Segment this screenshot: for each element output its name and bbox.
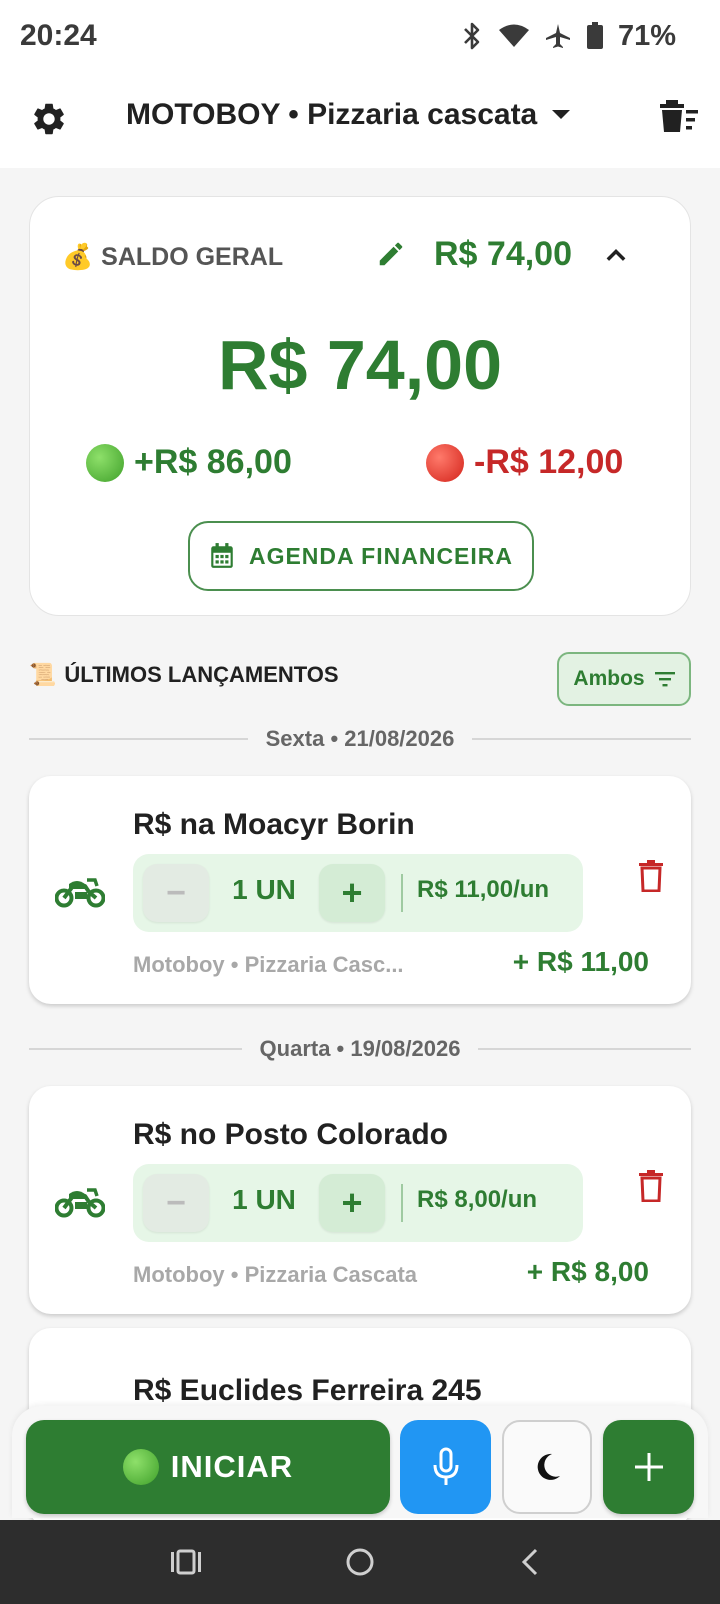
- plus-icon: [634, 1453, 663, 1481]
- quantity-stepper: − 1 UN + R$ 8,00/un: [133, 1164, 583, 1242]
- motorcycle-icon: [55, 1188, 105, 1218]
- chevron-up-icon: [606, 249, 626, 261]
- transaction-card[interactable]: R$ no Posto Colorado − 1 UN + R$ 8,00/un…: [29, 1086, 691, 1314]
- date-separator: Quarta • 19/08/2026: [29, 1034, 692, 1064]
- status-time: 20:24: [20, 19, 97, 52]
- battery-level: 71%: [617, 19, 676, 52]
- battery-icon: [586, 22, 603, 49]
- quantity-stepper: − 1 UN + R$ 11,00/un: [133, 854, 583, 932]
- transaction-total: + R$ 11,00: [512, 946, 649, 977]
- quantity-value: 1 UN: [232, 1184, 296, 1215]
- bluetooth-icon: [464, 22, 480, 50]
- increase-quantity-button[interactable]: +: [319, 1174, 385, 1232]
- status-icons: 71%: [460, 20, 676, 53]
- date-label: Quarta • 19/08/2026: [259, 1036, 461, 1061]
- decrease-quantity-button[interactable]: −: [143, 1174, 209, 1232]
- app-bar: MOTOBOY • Pizzaria cascata: [0, 72, 720, 168]
- delete-entry-button[interactable]: [639, 860, 663, 897]
- scroll-icon: 📜: [29, 662, 57, 687]
- mic-icon: [433, 1447, 458, 1485]
- section-title-label: ÚLTIMOS LANÇAMENTOS: [64, 662, 339, 687]
- transaction-card[interactable]: R$ na Moacyr Borin − 1 UN + R$ 11,00/un …: [29, 776, 691, 1004]
- page-title: MOTOBOY • Pizzaria cascata: [126, 98, 538, 131]
- dropdown-arrow-icon: [552, 110, 571, 119]
- date-label: Sexta • 21/08/2026: [265, 726, 455, 751]
- increase-quantity-button[interactable]: +: [319, 864, 385, 922]
- system-navigation-bar: [0, 1520, 720, 1604]
- delete-entry-button[interactable]: [639, 1170, 663, 1207]
- unit-price: R$ 8,00/un: [417, 1186, 538, 1213]
- status-bar: 20:24 71%: [0, 0, 720, 72]
- trash-icon: [639, 860, 663, 893]
- stepper-divider: [401, 874, 403, 912]
- decrease-quantity-button[interactable]: −: [143, 864, 209, 922]
- expense-summary: -R$ 12,00: [426, 443, 623, 482]
- start-button[interactable]: INICIAR: [26, 1420, 390, 1514]
- transaction-title: R$ no Posto Colorado: [133, 1118, 448, 1151]
- stepper-divider: [401, 1184, 403, 1222]
- trash-icon: [639, 1170, 663, 1203]
- home-icon: [346, 1548, 374, 1576]
- clear-entries-button[interactable]: [660, 100, 698, 139]
- green-circle-icon: [122, 1449, 159, 1485]
- quantity-value: 1 UN: [232, 874, 296, 905]
- recents-icon: [171, 1549, 201, 1575]
- income-value: +R$ 86,00: [134, 443, 292, 481]
- red-circle-icon: [426, 443, 464, 482]
- airplane-icon: [545, 24, 570, 48]
- gear-icon: [34, 103, 64, 135]
- back-button[interactable]: [518, 1542, 544, 1587]
- transaction-meta: Motoboy • Pizzaria Casc...: [133, 952, 404, 977]
- filter-icon: [654, 672, 675, 687]
- back-icon: [521, 1548, 538, 1576]
- agenda-button-label: AGENDA FINANCEIRA: [248, 542, 514, 569]
- voice-input-button[interactable]: [400, 1420, 491, 1514]
- collapse-button[interactable]: [602, 241, 630, 274]
- moon-icon: [537, 1453, 560, 1480]
- section-title: 📜 ÚLTIMOS LANÇAMENTOS: [29, 662, 339, 688]
- home-button[interactable]: [344, 1542, 376, 1587]
- transaction-total: + R$ 8,00: [526, 1256, 649, 1287]
- edit-balance-button[interactable]: [376, 239, 406, 274]
- motorcycle-icon: [55, 878, 105, 908]
- transaction-title: R$ na Moacyr Borin: [133, 808, 415, 841]
- wifi-icon: [498, 24, 529, 47]
- unit-price: R$ 11,00/un: [417, 876, 550, 903]
- balance-header: 💰 SALDO GERAL: [62, 243, 283, 272]
- money-bag-icon: 💰: [62, 243, 94, 271]
- filter-chip[interactable]: Ambos: [557, 652, 691, 706]
- balance-header-value: R$ 74,00: [434, 235, 572, 273]
- transaction-meta: Motoboy • Pizzaria Cascata: [133, 1262, 418, 1287]
- recents-button[interactable]: [170, 1542, 202, 1587]
- transaction-title: R$ Euclides Ferreira 245: [133, 1374, 482, 1407]
- balance-card: 💰 SALDO GERAL R$ 74,00 R$ 74,00 +R$ 86,0…: [29, 196, 691, 616]
- green-circle-icon: [86, 443, 124, 482]
- date-separator: Sexta • 21/08/2026: [29, 724, 691, 754]
- balance-header-label: SALDO GERAL: [101, 243, 284, 271]
- calendar-icon: [211, 543, 233, 568]
- financial-agenda-button[interactable]: AGENDA FINANCEIRA: [188, 521, 534, 591]
- income-summary: +R$ 86,00: [86, 443, 292, 482]
- delete-sweep-icon: [660, 100, 698, 132]
- expense-value: -R$ 12,00: [474, 443, 624, 481]
- settings-button[interactable]: [30, 100, 68, 143]
- start-button-label: INICIAR: [170, 1449, 294, 1484]
- balance-total: R$ 74,00: [217, 326, 503, 404]
- context-selector[interactable]: MOTOBOY • Pizzaria cascata: [126, 98, 571, 132]
- pencil-icon: [379, 242, 403, 266]
- add-entry-button[interactable]: [603, 1420, 694, 1514]
- dark-mode-toggle[interactable]: [502, 1420, 592, 1514]
- filter-chip-label: Ambos: [573, 667, 645, 690]
